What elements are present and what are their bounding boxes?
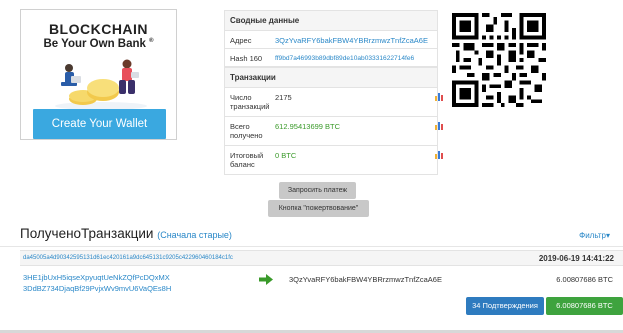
create-wallet-button[interactable]: Create Your Wallet: [33, 109, 166, 139]
tx-count-row: Число транзакций 2175: [225, 87, 443, 116]
summary-row-hash: Hash 160 ff9bd7a46993b89dbf89de10ab03331…: [225, 48, 437, 66]
total-received-value: 612.95413699 BTC: [275, 122, 341, 131]
transactions-table-title: Транзакции: [225, 68, 437, 87]
hash-label: Hash 160: [230, 54, 263, 63]
bar-chart-icon[interactable]: [435, 151, 443, 159]
tx-input-address-1[interactable]: 3HE1jbUxH5iqseXpyuqtUeNkZQfPcDQxMX: [23, 273, 170, 282]
qr-code: [452, 13, 546, 107]
ad-banner[interactable]: BLOCKCHAIN Be Your Own Bank ® Create You…: [20, 9, 177, 140]
summary-title: Сводные данные: [225, 11, 437, 30]
filter-label: Фильтр: [579, 231, 606, 240]
summary-table: Сводные данные Адрес 3QzYvaRFY6bakFBW4YB…: [224, 10, 438, 67]
tx-input-address-2[interactable]: 3DdBZ734DjaqBf29PvjxWv9mvU6VaQEs8H: [23, 284, 171, 293]
bar-chart-icon[interactable]: [435, 93, 443, 101]
ad-illustration: [55, 59, 147, 110]
filter-dropdown[interactable]: Фильтр▾: [579, 231, 610, 240]
green-right-arrow-icon: [259, 274, 273, 285]
tx-hash-row: da45005a4d90342595131d61ec420161a9dc6451…: [20, 250, 623, 266]
divider: [0, 246, 623, 247]
tx-total-badge[interactable]: 6.00807686 BTC: [546, 297, 623, 315]
transaction-item: da45005a4d90342595131d61ec420161a9dc6451…: [20, 250, 623, 320]
summary-row-address: Адрес 3QzYvaRFY6bakFBW4YBRrzmwzTnfZcaA6E: [225, 30, 437, 48]
final-balance-value: 0 BTC: [275, 151, 297, 160]
order-oldest-link[interactable]: (Сначала старые): [157, 230, 232, 240]
ad-tagline-mark: ®: [149, 38, 154, 44]
tx-count-label: Число транзакций: [230, 93, 270, 111]
request-payment-button[interactable]: Запросить платеж: [279, 182, 356, 199]
tx-list-title-text: ПолученоТранзакции: [20, 226, 154, 241]
final-balance-row: Итоговый баланс 0 BTC: [225, 145, 443, 174]
donation-button[interactable]: Кнопка "пожертвование": [268, 200, 369, 217]
tx-output-amount: 6.00807686 BTC: [556, 275, 613, 284]
tx-hash-link[interactable]: da45005a4d90342595131d61ec420161a9dc6451…: [23, 255, 233, 261]
ad-brand: BLOCKCHAIN: [48, 21, 149, 37]
address-value[interactable]: 3QzYvaRFY6bakFBW4YBRrzmwzTnfZcaA6E: [272, 31, 437, 48]
transactions-summary-table: Транзакции Число транзакций 2175 Всего п…: [224, 67, 443, 175]
tx-timestamp: 2019-06-19 14:41:22: [538, 254, 614, 263]
address-label: Адрес: [230, 36, 252, 45]
ad-tagline: Be Your Own Bank ®: [21, 38, 176, 50]
total-received-row: Всего получено 612.95413699 BTC: [225, 116, 443, 145]
tx-output-address: 3QzYvaRFY6bakFBW4YBRrzmwzTnfZcaA6E: [289, 275, 442, 284]
tx-list-title: ПолученоТранзакции (Сначала старые): [20, 226, 232, 241]
final-balance-label: Итоговый баланс: [230, 151, 264, 169]
tx-count-value: 2175: [275, 93, 292, 102]
hash-value[interactable]: ff9bd7a46993b89dbf89de10ab03331622714fe6: [272, 49, 437, 66]
confirmations-badge[interactable]: 34 Подтверждения: [466, 297, 544, 315]
ad-tagline-text: Be Your Own Bank: [43, 38, 146, 50]
bar-chart-icon[interactable]: [435, 122, 443, 130]
total-received-label: Всего получено: [230, 122, 263, 140]
chevron-down-icon: ▾: [605, 231, 610, 240]
